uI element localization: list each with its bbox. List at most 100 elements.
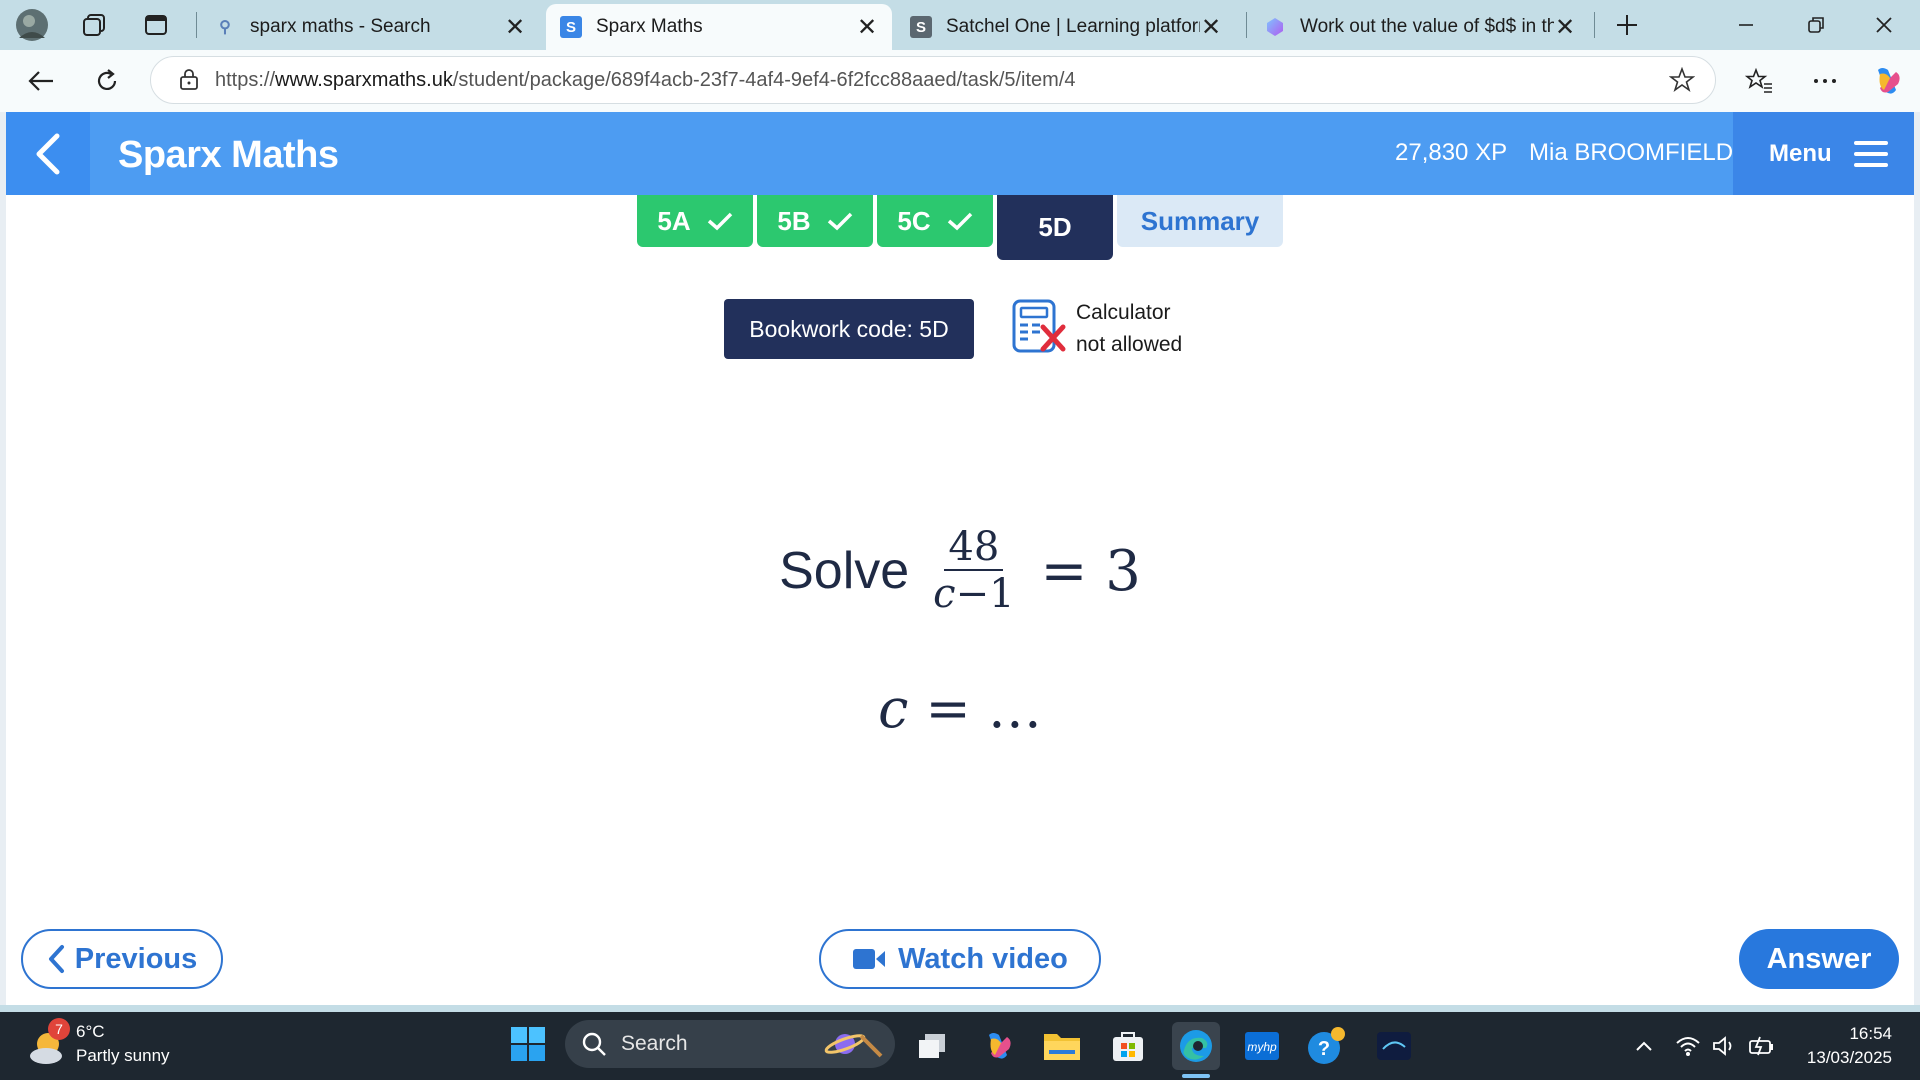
plus-icon <box>1617 15 1637 35</box>
address-bar[interactable]: https://www.sparxmaths.uk/student/packag… <box>150 56 1716 104</box>
weather-condition: Partly sunny <box>76 1046 170 1065</box>
url-prefix: https:// <box>215 68 276 91</box>
menu-button[interactable]: Menu <box>1733 112 1914 195</box>
tab-satchel-one[interactable]: S Satchel One | Learning platform ✕ <box>896 4 1236 50</box>
more-icon <box>1814 79 1836 83</box>
copilot-favicon-icon <box>1264 16 1286 38</box>
lock-icon <box>180 69 198 90</box>
tab-search[interactable]: ⚲ sparx maths - Search ✕ <box>200 4 540 50</box>
copilot-icon <box>989 1033 1011 1059</box>
planet-icon <box>824 1034 883 1058</box>
hamburger-icon <box>1853 140 1888 167</box>
task-tab-5b[interactable]: 5B <box>757 195 873 247</box>
watch-video-label: Watch video <box>898 942 1068 975</box>
satchel-favicon-icon: S <box>910 16 932 38</box>
close-window-button[interactable] <box>1864 6 1904 44</box>
wifi-button[interactable] <box>1668 1026 1708 1066</box>
restore-button[interactable] <box>1796 6 1836 44</box>
favorites-icon <box>1745 68 1772 93</box>
star-icon[interactable] <box>1669 67 1695 93</box>
taskbar-search-label: Search <box>621 1032 688 1055</box>
copilot-taskbar-button[interactable] <box>978 1026 1018 1066</box>
close-icon[interactable]: ✕ <box>504 13 526 42</box>
app-header: Sparx Maths 27,830 XP Mia BROOMFIELD Men… <box>6 112 1914 195</box>
task-tab-5c[interactable]: 5C <box>877 195 993 247</box>
window-frame <box>0 1005 1920 1012</box>
calculator-status: Calculator not allowed <box>1076 297 1182 361</box>
task-tab-label: 5C <box>897 205 931 236</box>
folder-icon <box>1044 1034 1080 1060</box>
tab-title: sparx maths - Search <box>250 16 431 37</box>
refresh-icon <box>97 69 117 90</box>
browser-tab-strip: ⚲ sparx maths - Search ✕ S Sparx Maths ✕… <box>0 0 1920 50</box>
store-icon <box>1113 1032 1143 1061</box>
task-tab-label: Summary <box>1140 205 1260 236</box>
equation-rhs: = 3 <box>1040 538 1141 604</box>
microsoft-store-button[interactable] <box>1108 1026 1148 1066</box>
myhp-button[interactable]: myhp <box>1242 1026 1282 1066</box>
disney-plus-button[interactable] <box>1374 1026 1414 1066</box>
check-icon <box>827 212 852 231</box>
previous-button[interactable]: Previous <box>21 929 223 989</box>
battery-button[interactable] <box>1742 1026 1782 1066</box>
myhp-icon: myhp <box>1245 1032 1279 1060</box>
previous-label: Previous <box>74 942 198 975</box>
workspaces-button[interactable] <box>74 6 114 44</box>
question-text: Solve 48 c−1 = 3 <box>6 525 1914 617</box>
tab-sparx-maths[interactable]: S Sparx Maths ✕ <box>546 4 892 50</box>
edge-button[interactable] <box>1172 1022 1220 1070</box>
app-back-button[interactable] <box>6 112 90 195</box>
help-button[interactable]: ? <box>1306 1026 1346 1066</box>
fraction-denominator: c−1 <box>933 571 1014 617</box>
minimize-icon <box>1739 24 1753 26</box>
back-button[interactable] <box>20 60 62 102</box>
question-word: Solve <box>779 542 910 600</box>
close-icon[interactable]: ✕ <box>1554 13 1576 42</box>
task-view-icon <box>919 1034 945 1058</box>
clock-date: 13/03/2025 <box>1806 1048 1892 1067</box>
brand-logo[interactable]: Sparx Maths <box>118 134 339 177</box>
profile-avatar[interactable] <box>12 6 52 44</box>
weather-badge: 7 <box>48 1018 70 1040</box>
volume-button[interactable] <box>1704 1026 1744 1066</box>
refresh-button[interactable] <box>86 60 128 102</box>
minimize-button[interactable] <box>1726 6 1766 44</box>
answer-button[interactable]: Answer <box>1739 929 1899 989</box>
svg-text:?: ? <box>1318 1038 1330 1060</box>
more-options-button[interactable] <box>1804 60 1846 102</box>
system-clock[interactable]: 16:54 13/03/2025 <box>1786 1022 1892 1070</box>
speaker-icon <box>1713 1036 1732 1056</box>
fraction: 48 c−1 <box>933 525 1014 617</box>
task-view-button[interactable] <box>912 1026 952 1066</box>
tab-copilot[interactable]: Work out the value of $d$ in this ✕ <box>1250 4 1590 50</box>
file-explorer-button[interactable] <box>1042 1026 1082 1066</box>
answer-variable: c <box>878 677 909 740</box>
search-icon: ⚲ <box>219 19 231 36</box>
search-icon <box>582 1032 606 1056</box>
tab-actions-button[interactable] <box>136 6 176 44</box>
show-hidden-icons-button[interactable] <box>1624 1026 1664 1066</box>
user-name: Mia BROOMFIELD <box>1529 139 1734 166</box>
denominator-operation: −1 <box>955 571 1015 617</box>
url-path: /student/package/689f4acb-23f7-4af4-9ef4… <box>452 68 1076 91</box>
new-tab-button[interactable] <box>1607 6 1647 44</box>
watch-video-button[interactable]: Watch video <box>819 929 1101 989</box>
close-icon[interactable]: ✕ <box>856 13 878 42</box>
task-tab-summary[interactable]: Summary <box>1117 195 1283 247</box>
check-icon <box>947 212 972 231</box>
start-button[interactable] <box>508 1024 548 1064</box>
task-tab-label: 5B <box>777 205 811 236</box>
task-tab-label: 5D <box>1038 212 1072 242</box>
weather-widget[interactable]: 7 6°C Partly sunny <box>28 1018 188 1072</box>
copilot-button[interactable] <box>1866 60 1908 102</box>
favorites-button[interactable] <box>1738 60 1780 102</box>
close-icon[interactable]: ✕ <box>1200 13 1222 42</box>
tab-actions-icon <box>145 15 167 35</box>
taskbar-search[interactable]: Search <box>565 1020 895 1068</box>
calculator-line-1: Calculator <box>1076 301 1171 324</box>
tab-title: Work out the value of $d$ in this <box>1300 16 1554 37</box>
task-tab-5d[interactable]: 5D <box>997 195 1113 260</box>
weather-temperature: 6°C <box>76 1022 105 1041</box>
battery-charging-icon <box>1749 1036 1773 1056</box>
task-tab-5a[interactable]: 5A <box>637 195 753 247</box>
